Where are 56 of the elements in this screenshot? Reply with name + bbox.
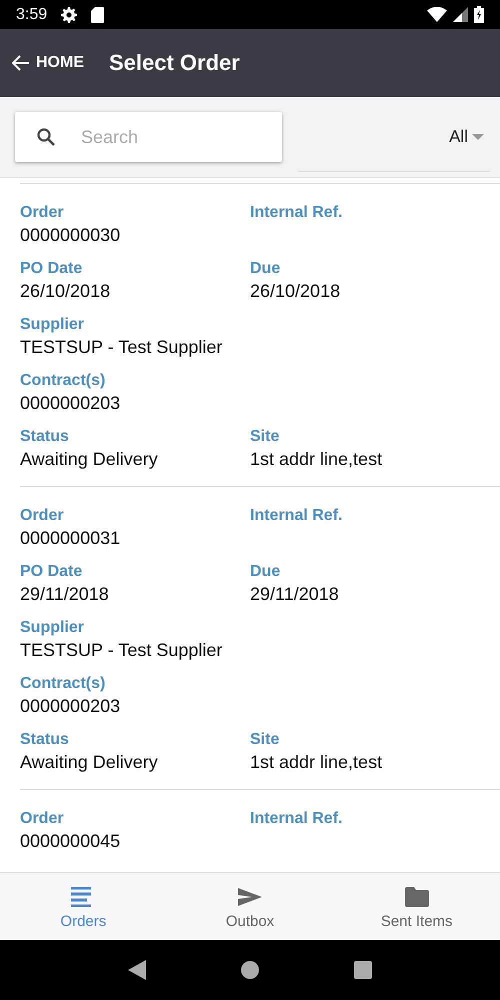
caret-icon [472,134,484,140]
field-label: Site [250,427,280,447]
field-label: PO Date [20,562,84,582]
field-label: Status [20,730,70,750]
field-label: Status [20,427,70,447]
field-value: TESTSUP - Test Supplier [20,639,224,662]
field-label: Order [20,506,65,526]
back-arrow-icon [12,55,30,71]
field-label: Supplier [20,315,86,335]
field-value: 0000000031 [20,527,122,550]
field-value: 0000000045 [20,830,122,853]
field-value: 0000000203 [20,695,122,718]
field-value: 29/11/2018 [20,583,110,606]
field-value: 1st addr line,test [250,448,384,471]
search-icon [37,128,55,146]
gear-icon [61,6,78,22]
field-value: 1st addr line,test [250,751,384,774]
field-label: Contract(s) [20,371,106,391]
clock-time: 3:59 [16,6,48,24]
field-label: Site [250,730,280,750]
field-label: Contract(s) [20,674,106,694]
field-label: Internal Ref. [250,506,344,526]
field-label: Internal Ref. [250,203,344,223]
order-card[interactable]: Order 0000000030 Internal Ref. PO Date 26/10/2018 Due 26/10/2018 Supplier TESTSUP - Test Supplier Contract(s) 0000000203 Status Awaiting Delivery Site 1st addr line,test [20,183,500,486]
folder-icon [404,887,429,907]
signal-icon [453,7,468,22]
order-card[interactable]: Order 0000000031 Internal Ref. PO Date 29/11/2018 Due 29/11/2018 Supplier TESTSUP - Test Supplier Contract(s) 0000000203 Status Awaiting Delivery Site 1st addr line,test [20,486,500,789]
home-icon[interactable] [240,961,259,979]
back-button[interactable]: HOME [12,54,84,72]
field-label: Order [20,809,65,829]
field-label: Internal Ref. [250,809,344,829]
recents-icon[interactable] [354,961,372,979]
back-icon[interactable] [128,960,146,980]
nav-tab[interactable]: Outbox [166,873,334,940]
field-label: Order [20,203,65,223]
field-label: PO Date [20,259,84,279]
field-value: 0000000203 [20,392,122,415]
field-value: Awaiting Delivery [20,751,159,774]
field-label: Due [250,259,282,279]
wifi-icon [427,7,447,22]
field-value: 0000000030 [20,224,122,247]
nav-tab[interactable]: Sent Items [333,873,500,940]
screen-title: Select Order [109,50,240,76]
search-field[interactable]: Search [15,112,282,162]
battery-icon [474,6,484,23]
send-icon [238,887,262,907]
order-card[interactable]: Order 0000000045 Internal Ref. [20,789,500,868]
sd-card-icon [91,6,104,22]
field-value: Awaiting Delivery [20,448,159,471]
field-label: Supplier [20,618,86,638]
field-value: TESTSUP - Test Supplier [20,336,224,359]
field-value: 26/10/2018 [20,280,112,303]
field-label: Due [250,562,282,582]
filter-dropdown[interactable]: All [298,112,490,172]
field-value: 29/11/2018 [250,583,340,606]
field-value: 26/10/2018 [250,280,342,303]
